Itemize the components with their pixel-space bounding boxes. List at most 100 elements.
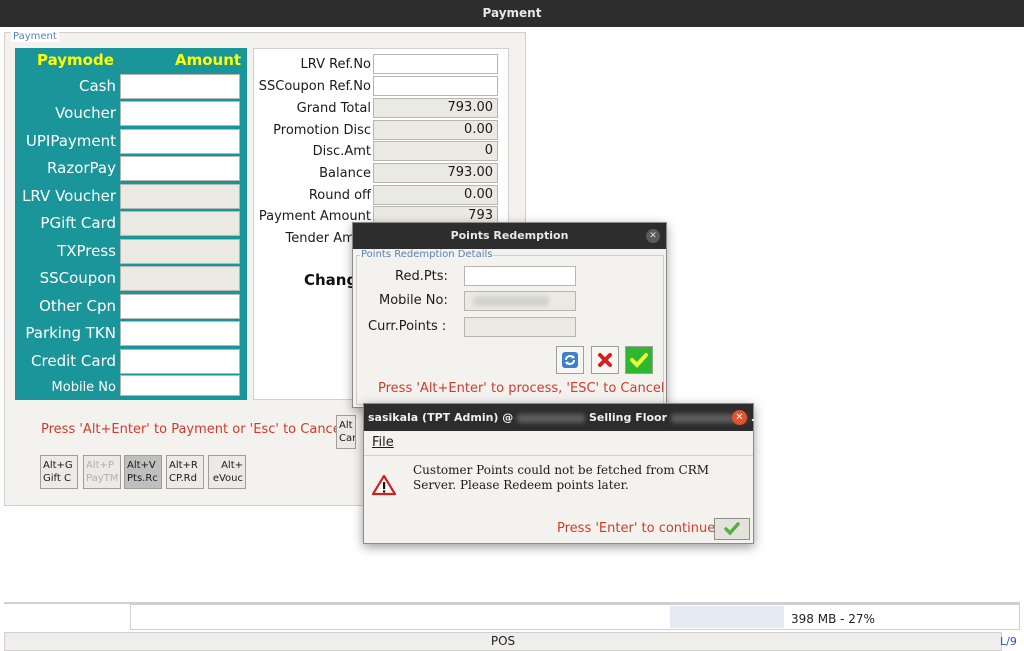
sscoupon-ref-no-input[interactable]: [373, 76, 498, 96]
red-pts-input[interactable]: [464, 266, 576, 286]
round-off-value: 0.00: [373, 185, 498, 205]
button-line: Alt+V: [127, 460, 156, 471]
totals-row: Disc.Amt 0: [254, 141, 510, 162]
paymode-label: UPIPayment: [25, 132, 116, 150]
memory-panel: [130, 604, 1020, 630]
grand-total-value: 793.00: [373, 98, 498, 118]
lrv-ref-no-input[interactable]: [373, 54, 498, 74]
window-title: Payment: [0, 0, 1024, 27]
totals-label: Grand Total: [296, 101, 371, 116]
error-message: Customer Points could not be fetched fro…: [413, 463, 710, 492]
upipayment-amount-input[interactable]: [120, 129, 240, 154]
close-icon[interactable]: ✕: [646, 229, 660, 243]
memory-usage: 398 MB - 27%: [791, 612, 875, 626]
evoucher-button[interactable]: Alt+ eVouc: [208, 455, 246, 489]
button-line: Pts.Rc: [127, 473, 158, 484]
menu-file-label: File: [372, 435, 394, 450]
cancel-button[interactable]: [591, 346, 619, 374]
curr-points-field: [464, 317, 576, 337]
voucher-amount-input[interactable]: [120, 101, 240, 126]
paymode-row-pgift-card: PGift Card: [15, 210, 247, 237]
paymode-label: Other Cpn: [39, 297, 116, 315]
button-line: Alt+R: [169, 460, 198, 471]
pgift-card-amount-input[interactable]: [120, 211, 240, 236]
change-label: Chang: [304, 271, 358, 289]
sscoupon-amount-input[interactable]: [120, 266, 240, 291]
error-dialog: sasikala (TPT Admin) @ Selling Floor . ✕…: [363, 403, 755, 544]
button-line: Alt+G: [43, 460, 73, 471]
button-line: Alt+: [221, 460, 243, 471]
payment-group-title: Payment: [11, 31, 59, 42]
parking-tkn-amount-input[interactable]: [120, 321, 240, 346]
gift-card-button[interactable]: Alt+G Gift C: [40, 455, 78, 489]
button-line: CP.Rd: [169, 473, 197, 484]
page-indicator: L/9: [1000, 635, 1017, 648]
paytm-button[interactable]: Alt+P PayTM: [83, 455, 121, 489]
promotion-disc-value: 0.00: [373, 120, 498, 140]
paymode-label: SSCoupon: [39, 269, 116, 287]
paymode-row-parking-tkn: Parking TKN: [15, 320, 247, 347]
totals-row: Balance 793.00: [254, 163, 510, 184]
paymode-row-txpress: TXPress: [15, 238, 247, 265]
error-hint: Press 'Enter' to continue: [557, 521, 716, 536]
credit-card-amount-input[interactable]: [120, 349, 240, 374]
cash-amount-input[interactable]: [120, 74, 240, 99]
curr-points-label: Curr.Points :: [368, 319, 447, 334]
paymode-row-mobile-no: Mobile No: [15, 374, 247, 401]
paymode-label: PGift Card: [40, 214, 116, 232]
button-line: PayTM: [86, 473, 119, 484]
payment-hint: Press 'Alt+Enter' to Payment or 'Esc' to…: [41, 422, 345, 437]
paymode-label: Cash: [79, 77, 116, 95]
paymode-label: Credit Card: [31, 352, 116, 370]
amount-header: Amount: [175, 51, 242, 69]
totals-row: Promotion Disc 0.00: [254, 120, 510, 141]
refresh-icon: [562, 352, 578, 368]
paymode-label: LRV Voucher: [22, 187, 116, 205]
paymode-label: RazorPay: [47, 159, 116, 177]
error-dialog-titlebar: sasikala (TPT Admin) @ Selling Floor . ✕: [364, 404, 755, 431]
disc-amt-value: 0: [373, 141, 498, 161]
paymode-row-upipayment: UPIPayment: [15, 128, 247, 155]
menu-divider: [364, 455, 753, 456]
refresh-button[interactable]: [556, 346, 584, 374]
txpress-amount-input[interactable]: [120, 239, 240, 264]
group-title: Points Redemption Details: [360, 249, 494, 260]
totals-row: SSCoupon Ref.No: [254, 76, 510, 97]
check-icon: [724, 522, 740, 536]
points-dialog-hint: Press 'Alt+Enter' to process, 'ESC' to C…: [378, 381, 665, 396]
mobile-no-input[interactable]: [120, 375, 240, 396]
other-cpn-amount-input[interactable]: [120, 294, 240, 319]
title-tail: .: [750, 411, 755, 424]
close-icon[interactable]: ✕: [732, 410, 747, 425]
paymode-row-razorpay: RazorPay: [15, 155, 247, 182]
ok-button[interactable]: [714, 518, 750, 540]
menu-file[interactable]: File: [372, 435, 394, 450]
paymode-label: Mobile No: [51, 380, 116, 395]
dialog-titlebar: Points Redemption ✕: [353, 223, 666, 249]
coupon-redemption-button[interactable]: Alt+R CP.Rd: [166, 455, 204, 489]
paymode-row-cash: Cash: [15, 73, 247, 100]
balance-value: 793.00: [373, 163, 498, 183]
lrv-voucher-amount-input[interactable]: [120, 184, 240, 209]
button-line: Gift C: [43, 473, 71, 484]
button-line: Alt: [339, 420, 353, 431]
mobile-no-label: Mobile No:: [379, 293, 448, 308]
button-line: Car: [339, 433, 356, 444]
paymode-panel: Paymode Amount Cash Voucher UPIPayment R…: [15, 48, 247, 400]
memory-bar: [670, 606, 784, 628]
alt-card-button[interactable]: Alt Car: [336, 415, 356, 449]
warning-icon: [372, 474, 396, 496]
totals-label: Promotion Disc: [273, 123, 371, 138]
title-user: sasikala (TPT Admin) @: [368, 411, 514, 424]
totals-label: Disc.Amt: [312, 144, 371, 159]
redacted-host: [517, 413, 586, 423]
paymode-row-lrv-voucher: LRV Voucher: [15, 183, 247, 210]
paymode-label: Parking TKN: [25, 324, 116, 342]
paymode-label: Voucher: [55, 104, 116, 122]
process-button[interactable]: [625, 346, 653, 374]
razorpay-amount-input[interactable]: [120, 156, 240, 181]
totals-row: Grand Total 793.00: [254, 98, 510, 119]
title-location: Selling Floor: [588, 411, 668, 424]
button-line: Alt+P: [86, 460, 114, 471]
points-redemption-button[interactable]: Alt+V Pts.Rc: [124, 455, 162, 489]
